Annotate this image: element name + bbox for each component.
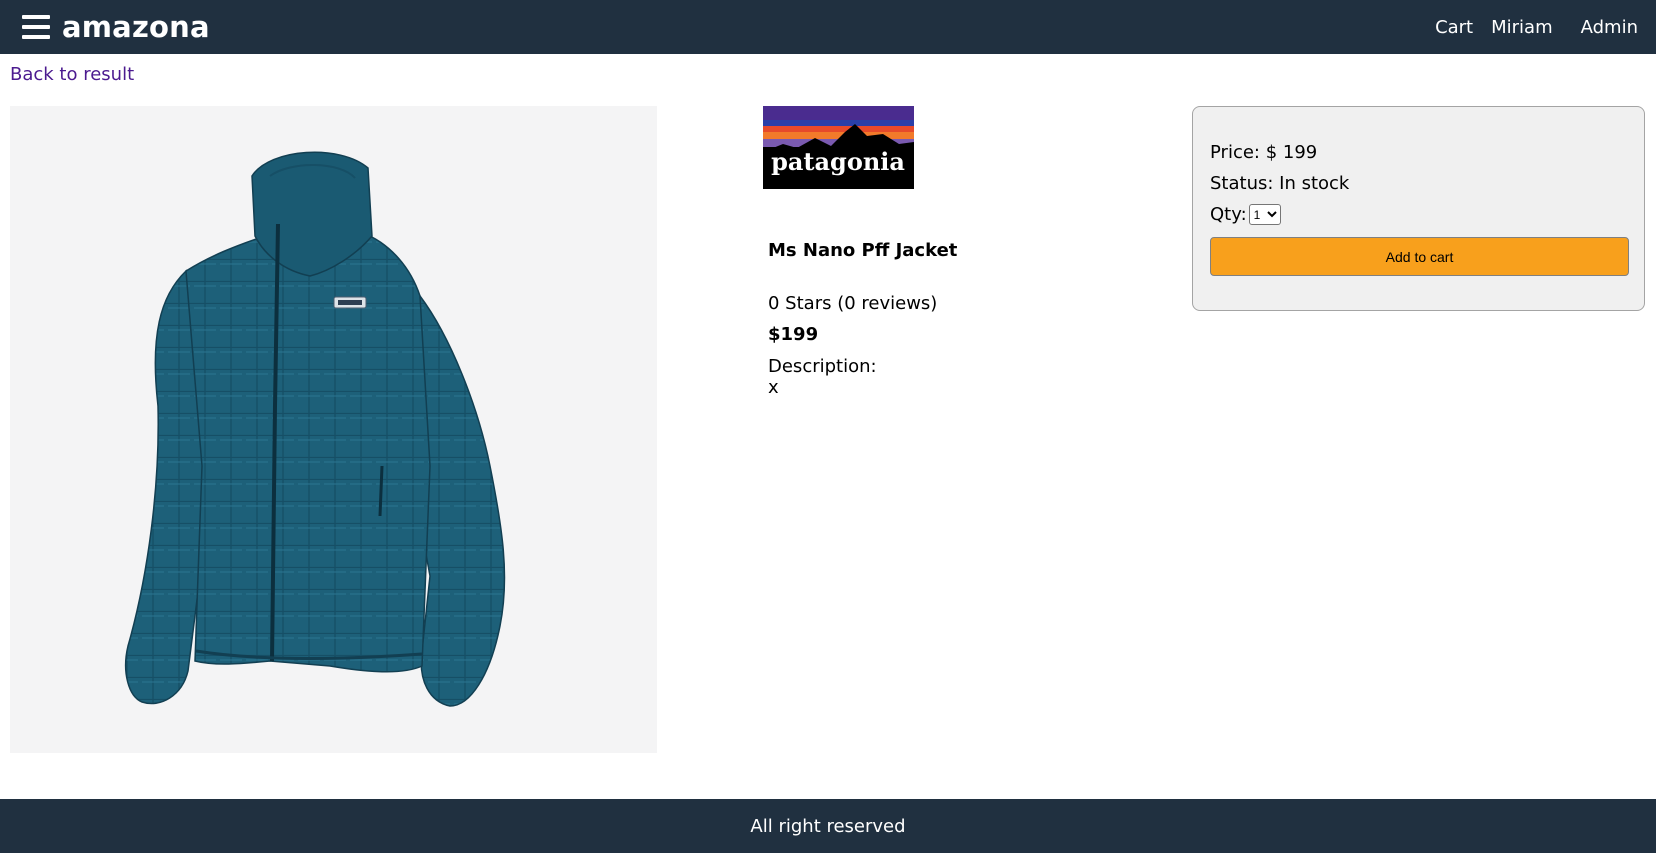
stock-status: Status: In stock <box>1210 173 1350 194</box>
cart-link[interactable]: Cart <box>1435 17 1473 38</box>
footer-text: All right reserved <box>750 815 906 837</box>
admin-menu-link[interactable]: Admin <box>1581 17 1638 38</box>
patagonia-wordmark: patagonia <box>771 147 905 176</box>
patagonia-logo: patagonia <box>763 106 914 189</box>
brand-area: amazona <box>22 10 210 44</box>
header-nav: Cart Miriam Admin <box>1417 17 1638 38</box>
footer: All right reserved <box>0 799 1656 853</box>
product-price: $199 <box>768 324 819 345</box>
product-title: Ms Nano Pff Jacket <box>768 240 958 261</box>
purchase-card: Price: $ 199 Status: In stock Qty: 1 Add… <box>1192 106 1645 311</box>
jacket-image <box>124 151 506 707</box>
hamburger-menu-icon[interactable] <box>22 15 50 39</box>
card-price: Price: $ 199 <box>1210 142 1318 163</box>
qty-select[interactable]: 1 <box>1248 204 1281 225</box>
qty-row: Qty: 1 <box>1210 204 1281 225</box>
qty-label: Qty: <box>1210 204 1247 225</box>
product-image <box>10 106 657 753</box>
rating-text: 0 Stars (0 reviews) <box>768 293 938 314</box>
user-menu-link[interactable]: Miriam <box>1491 17 1553 38</box>
site-logo[interactable]: amazona <box>62 10 210 44</box>
description-label: Description: <box>768 356 877 377</box>
add-to-cart-button[interactable]: Add to cart <box>1210 237 1629 276</box>
back-to-result-link[interactable]: Back to result <box>10 64 134 85</box>
description-text: x <box>768 377 779 398</box>
top-header: amazona Cart Miriam Admin <box>0 0 1656 54</box>
